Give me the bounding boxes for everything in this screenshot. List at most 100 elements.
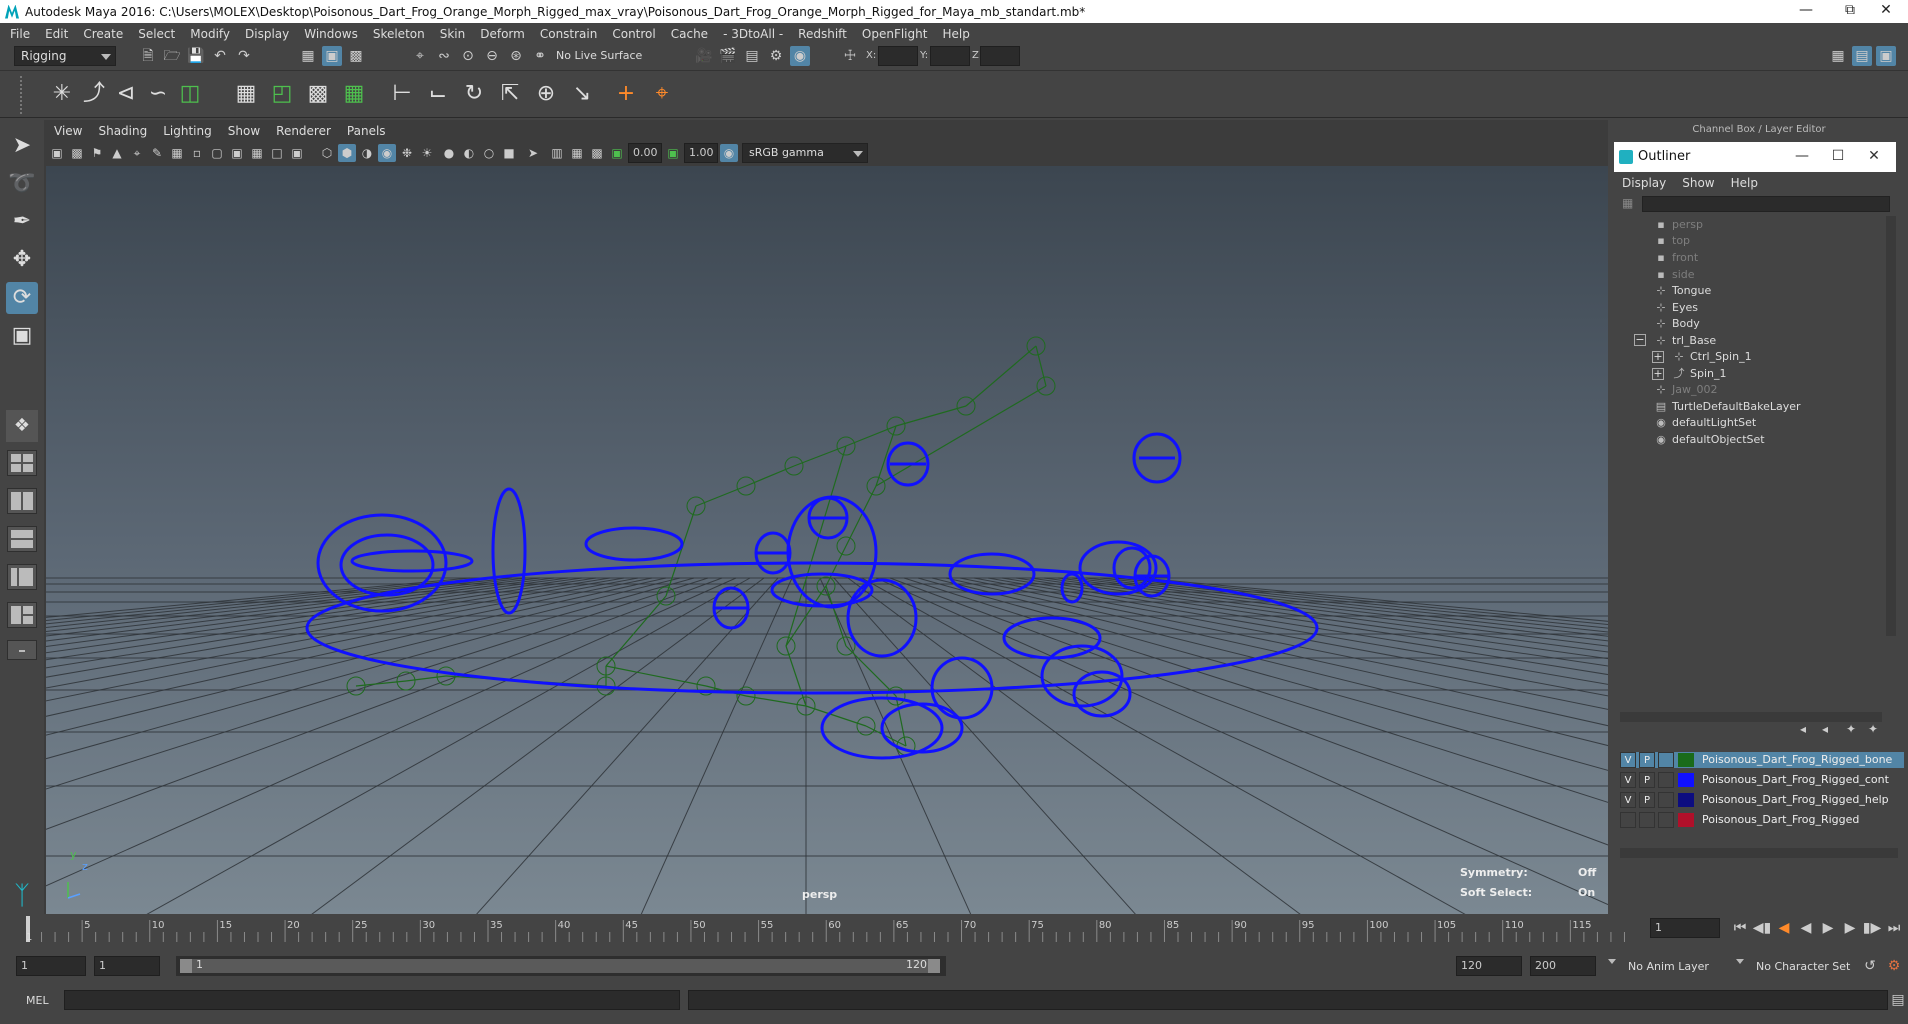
scale-tool-icon[interactable]: ▣ <box>6 320 38 352</box>
menu-deform[interactable]: Deform <box>480 27 525 41</box>
joint-orient-icon[interactable]: ◫ <box>176 80 204 108</box>
step-forward-icon[interactable]: ▮▶ <box>1862 918 1882 938</box>
image-plane-icon[interactable]: ▲ <box>108 144 126 162</box>
z-field[interactable] <box>980 46 1020 66</box>
bookmark-icon[interactable]: ⚑ <box>88 144 106 162</box>
render-frame-icon[interactable]: 🎬 <box>718 46 738 66</box>
playback-start-field[interactable]: 1 <box>94 956 160 976</box>
move-layer-down-icon[interactable]: ◂ <box>1822 722 1828 736</box>
select-component-icon[interactable]: ▩ <box>346 46 366 66</box>
vp-menu-lighting[interactable]: Lighting <box>163 124 212 138</box>
script-language-toggle[interactable]: MEL <box>26 994 49 1007</box>
x-field[interactable] <box>878 46 918 66</box>
graph-layout-icon[interactable] <box>7 564 37 590</box>
tree-item-tongue[interactable]: ⊹ Tongue <box>1654 282 1711 300</box>
layer-horizontal-scrollbar[interactable] <box>1620 848 1898 858</box>
textured-icon[interactable]: ◉ <box>378 144 396 162</box>
range-slider-start-grip[interactable] <box>180 959 192 973</box>
tree-item-body[interactable]: ⊹ Body <box>1654 315 1699 333</box>
menu-constrain[interactable]: Constrain <box>540 27 598 41</box>
redo-icon[interactable]: ↷ <box>234 46 254 66</box>
channel-box-toggle-icon[interactable]: ▣ <box>1876 46 1896 66</box>
layer-visibility-toggle[interactable] <box>1620 812 1636 828</box>
command-input[interactable] <box>64 990 680 1010</box>
select-hierarchy-icon[interactable]: ▦ <box>298 46 318 66</box>
gamma-field[interactable]: 1.00 <box>684 143 718 163</box>
range-slider[interactable]: 1 120 <box>176 956 946 976</box>
modeling-toolkit-icon[interactable]: ▦ <box>1828 46 1848 66</box>
script-editor-icon[interactable]: ▤ <box>1888 990 1908 1010</box>
lattice-icon[interactable]: ▦ <box>340 80 368 108</box>
layer-type-toggle[interactable] <box>1658 772 1674 788</box>
locator-icon[interactable]: + <box>612 80 640 108</box>
menuset-dropdown[interactable]: Rigging <box>14 46 116 66</box>
close-button[interactable]: ✕ <box>1864 0 1908 23</box>
outliner-vertical-scrollbar[interactable] <box>1886 216 1896 636</box>
filter-icon[interactable]: ▦ <box>1622 196 1633 210</box>
menu-cache[interactable]: Cache <box>671 27 708 41</box>
save-scene-icon[interactable]: 💾 <box>186 46 206 66</box>
scale-constraint-icon[interactable]: ⇱ <box>496 80 524 108</box>
undo-icon[interactable]: ↶ <box>210 46 230 66</box>
snap-curve-icon[interactable]: ∾ <box>434 46 454 66</box>
layer-row[interactable]: V P Poisonous_Dart_Frog_Rigged_cont <box>1620 772 1904 788</box>
layer-row[interactable]: Poisonous_Dart_Frog_Rigged <box>1620 812 1904 828</box>
grid-toggle-icon[interactable]: ▦ <box>168 144 186 162</box>
layer-type-toggle[interactable] <box>1658 812 1674 828</box>
go-to-end-icon[interactable]: ⏭ <box>1884 918 1904 938</box>
xray-components-icon[interactable]: ▩ <box>588 144 606 162</box>
maya-home-icon[interactable]: ᛉ <box>6 880 38 912</box>
ambient-occlusion-icon[interactable]: ● <box>440 144 458 162</box>
outliner-maximize-button[interactable]: ☐ <box>1820 142 1856 172</box>
layer-color-swatch[interactable] <box>1678 813 1694 827</box>
new-layer-selected-icon[interactable]: ✦ <box>1868 722 1878 736</box>
tree-item-ctrl-spin-1[interactable]: ⊹ Ctrl_Spin_1 <box>1672 348 1751 366</box>
layer-type-toggle[interactable] <box>1658 792 1674 808</box>
custom-layout-icon[interactable] <box>7 640 37 660</box>
gate-mask-icon[interactable]: ▣ <box>228 144 246 162</box>
film-gate-icon[interactable]: ▫ <box>188 144 206 162</box>
isolate-select-icon[interactable]: ➤ <box>524 144 542 162</box>
outliner-menu-show[interactable]: Show <box>1682 176 1714 190</box>
new-layer-icon[interactable]: ✦ <box>1846 722 1856 736</box>
menu-3dtoall[interactable]: - 3DtoAll - <box>723 27 783 41</box>
layer-type-toggle[interactable] <box>1658 752 1674 768</box>
y-field[interactable] <box>930 46 970 66</box>
menu-skin[interactable]: Skin <box>440 27 466 41</box>
layer-visibility-toggle[interactable]: V <box>1620 752 1636 768</box>
vp-menu-shading[interactable]: Shading <box>98 124 147 138</box>
four-view-layout-icon[interactable] <box>7 450 37 476</box>
step-forward-key-icon[interactable]: ▶ <box>1840 918 1860 938</box>
ik-handle-icon[interactable]: ∽ <box>144 80 172 108</box>
menu-help[interactable]: Help <box>942 27 969 41</box>
outliner-search-input[interactable] <box>1642 196 1890 212</box>
menu-select[interactable]: Select <box>138 27 175 41</box>
vp-menu-renderer[interactable]: Renderer <box>276 124 331 138</box>
tree-item-top[interactable]: ▪ top <box>1654 232 1690 250</box>
step-back-key-icon[interactable]: ◀ <box>1774 918 1794 938</box>
playback-end-field[interactable]: 120 <box>1456 956 1522 976</box>
parent-constraint-icon[interactable]: ⊢ <box>388 80 416 108</box>
create-joint-icon[interactable]: ✳ <box>48 80 76 108</box>
new-scene-icon[interactable]: 🗎 <box>138 46 158 66</box>
range-start-field[interactable]: 1 <box>16 956 86 976</box>
character-set-dropdown[interactable]: No Character Set <box>1756 960 1850 973</box>
render-view-icon[interactable]: 🎥 <box>694 46 714 66</box>
vp-menu-panels[interactable]: Panels <box>347 124 386 138</box>
render-settings-icon[interactable]: ⚙ <box>766 46 786 66</box>
outliner-menu-help[interactable]: Help <box>1731 176 1758 190</box>
menu-skeleton[interactable]: Skeleton <box>373 27 425 41</box>
lasso-tool-icon[interactable]: ➰ <box>6 168 38 200</box>
layer-playback-toggle[interactable] <box>1639 812 1655 828</box>
collapse-toggle[interactable]: − <box>1634 334 1646 346</box>
mirror-joint-icon[interactable]: ⊲ <box>112 80 140 108</box>
hypershade-icon[interactable]: ◉ <box>790 46 810 66</box>
use-all-lights-icon[interactable]: ❉ <box>398 144 416 162</box>
aim-constraint-icon[interactable]: ⊕ <box>532 80 560 108</box>
layer-playback-toggle[interactable]: P <box>1639 752 1655 768</box>
anti-aliasing-icon[interactable]: ■ <box>500 144 518 162</box>
layer-playback-toggle[interactable]: P <box>1639 772 1655 788</box>
menu-windows[interactable]: Windows <box>304 27 358 41</box>
wireframe-icon[interactable]: ⬡ <box>318 144 336 162</box>
vp-menu-show[interactable]: Show <box>228 124 260 138</box>
